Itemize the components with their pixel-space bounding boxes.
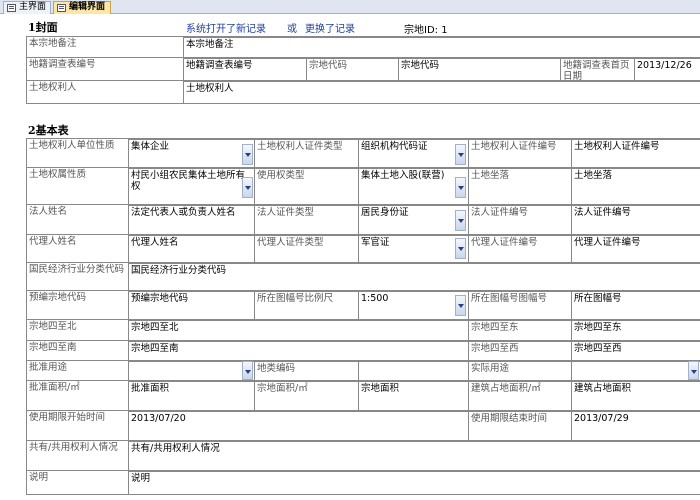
- remark-label: 本宗地备注: [29, 38, 77, 49]
- north-label: 宗地四至北: [29, 321, 77, 332]
- section-title-cover: 1封面: [28, 21, 58, 34]
- or-text: 或: [287, 24, 297, 35]
- survey-no-label: 地籍调查表编号: [29, 59, 96, 70]
- building-area-label: 建筑占地面积/㎡: [468, 381, 571, 410]
- start-date-label: 使用期限开始时间: [29, 412, 106, 423]
- agent-cert-no-label: 代理人证件编号: [468, 235, 571, 262]
- note-field[interactable]: 说明: [128, 471, 700, 494]
- building-area-field[interactable]: 建筑占地面积: [571, 381, 700, 410]
- cert-type-label: 土地权利人证件类型: [254, 139, 358, 167]
- survey-no-field[interactable]: 地籍调查表编号: [183, 58, 306, 80]
- edit-form: 1封面 系统打开了新记录 或 更换了记录 宗地ID: 1 本宗地备注 本宗地备注…: [0, 14, 700, 500]
- parcel-id: 宗地ID: 1: [404, 25, 448, 36]
- industry-label: 国民经济行业分类代码: [29, 264, 125, 275]
- chevron-down-icon[interactable]: [455, 144, 466, 165]
- opened-record-link[interactable]: 系统打开了新记录: [186, 20, 266, 35]
- owner-field[interactable]: 土地权利人: [183, 81, 700, 103]
- west-field[interactable]: 宗地四至西: [571, 341, 700, 360]
- owner-label: 土地权利人: [29, 82, 77, 93]
- actual-use-label: 实际用途: [468, 361, 571, 380]
- pre-code-field[interactable]: 预编宗地代码: [128, 291, 254, 319]
- legal-cert-type-label: 法人证件类型: [254, 205, 358, 234]
- cert-no-label: 土地权利人证件编号: [468, 139, 571, 167]
- note-label: 说明: [29, 472, 49, 483]
- sheet-no-field[interactable]: 所在图幅号: [571, 291, 700, 319]
- industry-field[interactable]: 国民经济行业分类代码: [128, 263, 700, 290]
- agent-name-label: 代理人姓名: [29, 236, 77, 247]
- approved-area-field[interactable]: 批准面积: [128, 381, 254, 410]
- unit-type-label: 土地权利人单位性质: [29, 140, 115, 151]
- legal-cert-no-field[interactable]: 法人证件编号: [571, 205, 700, 234]
- agent-cert-type-label: 代理人证件类型: [254, 235, 358, 262]
- cert-no-field[interactable]: 土地权利人证件编号: [571, 139, 700, 167]
- ownership-label: 土地权属性质: [29, 169, 87, 180]
- agent-cert-type-select[interactable]: 军官证: [358, 235, 468, 262]
- chevron-down-icon[interactable]: [455, 210, 466, 231]
- end-date-field[interactable]: 2013/07/29: [571, 411, 700, 440]
- north-field[interactable]: 宗地四至北: [128, 320, 468, 340]
- east-label: 宗地四至东: [468, 320, 571, 340]
- parcel-area-label: 宗地面积/㎡: [254, 381, 358, 410]
- west-label: 宗地四至西: [468, 341, 571, 360]
- location-label: 土地坐落: [468, 168, 571, 204]
- chevron-down-icon[interactable]: [242, 177, 253, 198]
- end-date-label: 使用期限结束时间: [468, 411, 571, 440]
- cert-type-select[interactable]: 组织机构代码证: [358, 139, 468, 167]
- pre-code-label: 预编宗地代码: [29, 292, 87, 303]
- scale-select[interactable]: 1:500: [358, 291, 468, 319]
- remark-field[interactable]: 本宗地备注: [183, 37, 700, 57]
- actual-use-select[interactable]: [571, 361, 700, 380]
- agent-cert-no-field[interactable]: 代理人证件编号: [571, 235, 700, 262]
- chevron-down-icon[interactable]: [455, 238, 466, 259]
- form-icon: [57, 4, 66, 12]
- parcel-area-field[interactable]: 宗地面积: [358, 381, 468, 410]
- tab-edit[interactable]: 编辑界面: [53, 1, 111, 14]
- agent-name-field[interactable]: 代理人姓名: [128, 235, 254, 262]
- legal-name-label: 法人姓名: [29, 206, 68, 217]
- chevron-down-icon[interactable]: [455, 177, 466, 198]
- east-field[interactable]: 宗地四至东: [571, 320, 700, 340]
- form-icon: [7, 4, 16, 12]
- location-field[interactable]: 土地坐落: [571, 168, 700, 204]
- chevron-down-icon[interactable]: [688, 361, 699, 380]
- first-date-label: 地籍调查表首页日期: [560, 58, 634, 80]
- tab-main[interactable]: 主界面: [3, 1, 51, 14]
- use-type-label: 使用权类型: [254, 168, 358, 204]
- start-date-field[interactable]: 2013/07/20: [128, 411, 468, 440]
- tab-label: 编辑界面: [69, 2, 106, 12]
- approved-use-select[interactable]: [128, 361, 254, 380]
- approved-area-label: 批准面积/㎡: [29, 382, 80, 393]
- unit-type-select[interactable]: 集体企业: [128, 139, 254, 167]
- scale-label: 所在图幅号比例尺: [254, 291, 358, 319]
- approved-use-label: 批准用途: [29, 362, 68, 373]
- south-label: 宗地四至南: [29, 342, 77, 353]
- changed-record-link[interactable]: 更换了记录: [305, 20, 355, 35]
- class-code-field[interactable]: [358, 361, 468, 380]
- class-code-label: 地类编码: [254, 361, 358, 380]
- parcel-code-field[interactable]: 宗地代码: [398, 58, 560, 80]
- ownership-select[interactable]: 村民小组农民集体土地所有权: [128, 168, 254, 204]
- south-field[interactable]: 宗地四至南: [128, 341, 468, 360]
- parcel-code-label: 宗地代码: [306, 58, 398, 80]
- chevron-down-icon[interactable]: [242, 144, 253, 165]
- legal-name-field[interactable]: 法定代表人或负责人姓名: [128, 205, 254, 234]
- shared-owner-field[interactable]: 共有/共用权利人情况: [128, 441, 700, 470]
- legal-cert-type-select[interactable]: 居民身份证: [358, 205, 468, 234]
- legal-cert-no-label: 法人证件编号: [468, 205, 571, 234]
- section-title-basic: 2基本表: [28, 124, 69, 137]
- chevron-down-icon[interactable]: [242, 361, 253, 380]
- tab-bar: 主界面 编辑界面: [0, 0, 700, 14]
- chevron-down-icon[interactable]: [455, 295, 466, 316]
- tab-label: 主界面: [19, 2, 47, 12]
- sheet-no-label: 所在图幅号图幅号: [468, 291, 571, 319]
- use-type-select[interactable]: 集体土地入股(联营): [358, 168, 468, 204]
- shared-owner-label: 共有/共用权利人情况: [29, 442, 118, 453]
- first-date-field[interactable]: 2013/12/26: [634, 58, 700, 80]
